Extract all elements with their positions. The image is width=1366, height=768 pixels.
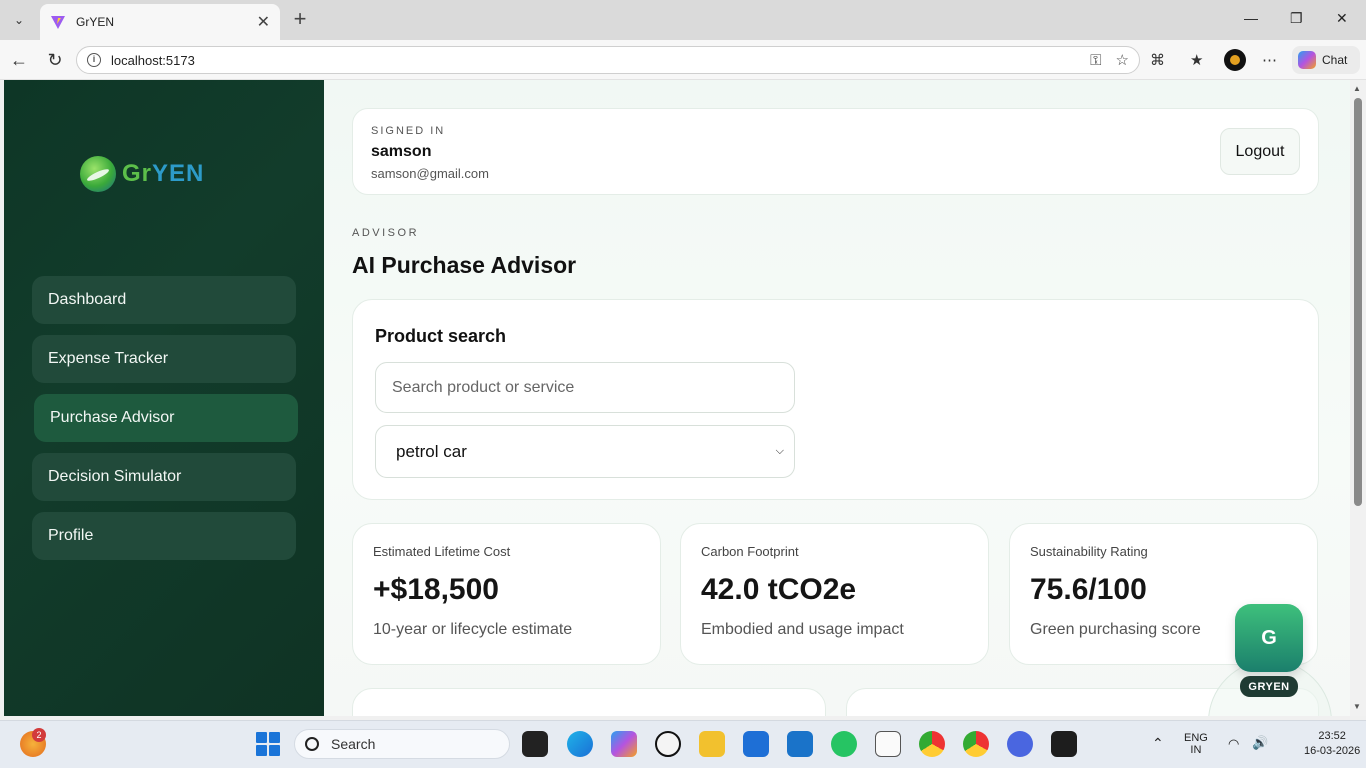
nav-purchase-advisor[interactable]: Purchase Advisor (34, 394, 298, 442)
product-select-value: petrol car (396, 441, 467, 461)
profile-avatar-icon[interactable] (1224, 49, 1246, 71)
minimize-icon[interactable]: — (1244, 10, 1258, 26)
new-tab-plus-icon[interactable]: + (288, 8, 312, 32)
nav-expense-tracker[interactable]: Expense Tracker (32, 335, 296, 383)
signed-in-card: SIGNED IN samson samson@gmail.com Logout (352, 108, 1319, 195)
extensions-puzzle-icon[interactable]: ⌘ (1150, 51, 1165, 69)
stat-label: Sustainability Rating (1030, 544, 1148, 559)
copilot-app-icon[interactable] (611, 731, 637, 757)
stat-value: 42.0 tCO2e (701, 573, 857, 606)
chat-app-icon[interactable] (1007, 731, 1033, 757)
taskbar-search-label: Search (331, 736, 376, 752)
tray-chevron-up-icon[interactable]: ⌃ (1152, 735, 1164, 752)
outlook-app-icon[interactable] (787, 731, 813, 757)
gryen-logo: GrYEN (80, 156, 204, 192)
product-search-heading: Product search (375, 326, 507, 346)
nav-decision-simulator[interactable]: Decision Simulator (32, 453, 296, 501)
signed-in-label: SIGNED IN (371, 125, 446, 137)
vite-favicon-icon (51, 16, 65, 29)
address-bar[interactable]: i localhost:5173 ⚿ ☆ (76, 46, 1140, 74)
back-arrow-icon[interactable]: ← (8, 50, 30, 70)
whatsapp-app-icon[interactable] (831, 731, 857, 757)
app-viewport: GrYEN Dashboard Expense Tracker Purchase… (4, 80, 1350, 716)
stat-card-carbon-footprint: Carbon Footprint 42.0 tCO2e Embodied and… (680, 523, 989, 665)
stat-subtext: Embodied and usage impact (701, 621, 904, 638)
store-app-icon[interactable] (743, 731, 769, 757)
taskbar-search[interactable]: Search (294, 729, 510, 759)
user-email: samson@gmail.com (371, 166, 489, 181)
more-menu-icon[interactable]: ⋯ (1262, 51, 1277, 69)
product-search-input[interactable] (375, 362, 795, 413)
sidebar: GrYEN Dashboard Expense Tracker Purchase… (4, 80, 324, 716)
scroll-thumb[interactable] (1354, 98, 1362, 506)
key-icon[interactable]: ⚿ (1090, 52, 1101, 69)
result-card (352, 688, 826, 716)
search-icon (305, 737, 319, 751)
volume-icon[interactable]: 🔊 (1252, 735, 1268, 751)
user-name: samson (371, 143, 432, 160)
leaf-logo-icon (80, 156, 116, 192)
chevron-down-icon: ⌵ (775, 445, 784, 457)
site-info-icon[interactable]: i (87, 53, 101, 67)
stat-subtext: 10-year or lifecycle estimate (373, 621, 573, 638)
page-scrollbar[interactable]: ▲ ▼ (1350, 80, 1366, 716)
scroll-up-icon[interactable]: ▲ (1353, 84, 1361, 93)
url-text[interactable]: localhost:5173 (111, 53, 1076, 68)
chatgpt-app-icon[interactable] (655, 731, 681, 757)
assistant-label[interactable]: GRYEN (1240, 676, 1298, 697)
stat-value: +$18,500 (373, 573, 499, 606)
windows-start-icon[interactable] (256, 732, 280, 756)
chrome-profile-app-icon[interactable] (963, 731, 989, 757)
file-manager-app-icon[interactable] (522, 731, 548, 757)
browser-tab-strip: ⌄ GrYEN ✕ + — ❐ ✕ (0, 0, 1366, 40)
section-label: ADVISOR (352, 227, 420, 239)
refresh-icon[interactable]: ↻ (44, 50, 66, 70)
window-close-icon[interactable]: ✕ (1336, 10, 1348, 27)
logout-button[interactable]: Logout (1220, 128, 1300, 175)
chat-label: Chat (1322, 53, 1348, 67)
copilot-chat-button[interactable]: Chat (1292, 46, 1360, 74)
notification-badge: 2 (32, 728, 46, 742)
chrome-app-icon[interactable] (919, 731, 945, 757)
main-content: SIGNED IN samson samson@gmail.com Logout… (324, 80, 1350, 716)
page-title: AI Purchase Advisor (352, 252, 577, 278)
edge-browser-icon[interactable] (567, 731, 593, 757)
stat-card-lifetime-cost: Estimated Lifetime Cost +$18,500 10-year… (352, 523, 661, 665)
notes-app-icon[interactable] (875, 731, 901, 757)
browser-toolbar: ← ↻ i localhost:5173 ⚿ ☆ ⌘ ★ ⋯ (0, 40, 1366, 80)
terminal-app-icon[interactable] (1051, 731, 1077, 757)
stat-label: Estimated Lifetime Cost (373, 544, 511, 559)
stat-value: 75.6/100 (1030, 573, 1147, 606)
file-explorer-icon[interactable] (699, 731, 725, 757)
tab-close-icon[interactable]: ✕ (257, 12, 270, 32)
wifi-icon[interactable]: ◠ (1228, 736, 1239, 752)
clock[interactable]: 23:52 16-03-2026 (1304, 730, 1360, 757)
favorites-icon[interactable]: ★ (1190, 51, 1203, 69)
scroll-down-icon[interactable]: ▼ (1353, 702, 1361, 711)
copilot-icon (1298, 51, 1316, 69)
favorite-star-icon[interactable]: ☆ (1116, 51, 1129, 69)
logo-text: GrYEN (122, 160, 205, 187)
restore-icon[interactable]: ❐ (1290, 10, 1303, 27)
nav-dashboard[interactable]: Dashboard (32, 276, 296, 324)
tab-title: GrYEN (76, 15, 115, 29)
nav-profile[interactable]: Profile (32, 512, 296, 560)
product-search-card: Product search petrol car ⌵ (352, 299, 1319, 500)
browser-tab[interactable]: GrYEN ✕ (40, 4, 280, 40)
tab-actions-chevron-icon[interactable]: ⌄ (6, 8, 32, 32)
stat-label: Carbon Footprint (701, 544, 799, 559)
language-indicator[interactable]: ENG IN (1184, 732, 1208, 756)
product-select[interactable]: petrol car ⌵ (375, 425, 795, 478)
windows-taskbar: 2 ⌃ ENG IN ◠ 🔊 23:52 16-03-2026 (0, 720, 1366, 768)
assistant-button[interactable]: G (1235, 604, 1303, 672)
